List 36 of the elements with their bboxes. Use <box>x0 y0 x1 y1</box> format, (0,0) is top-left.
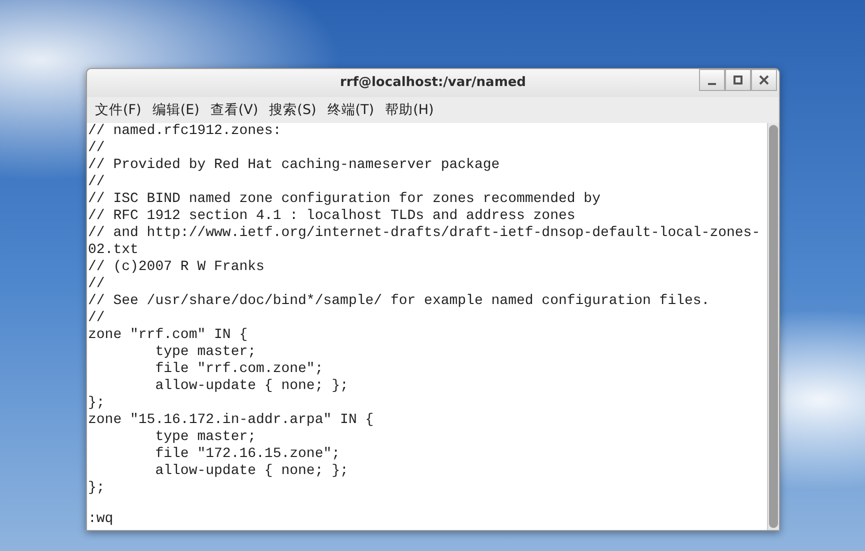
menu-item[interactable]: 编辑(E) <box>150 100 208 120</box>
menu-item[interactable]: 终端(T) <box>325 100 384 120</box>
terminal-line: // <box>88 276 106 293</box>
terminal-line: }; <box>88 480 106 497</box>
terminal-line: allow-update { none; }; <box>154 378 350 395</box>
terminal-line: type master; <box>154 429 258 446</box>
terminal-line: // Provided by Red Hat caching-nameserver package <box>88 157 501 174</box>
window-title: rrf@localhost:/var/named <box>340 74 526 92</box>
terminal-line: type master; <box>154 344 258 361</box>
terminal-line: // and http://www.ietf.org/internet-drafts/draft-ietf-dnsop-default-local-zones- <box>88 225 762 242</box>
terminal-line: zone "15.16.172.in-addr.arpa" IN { <box>88 412 375 429</box>
terminal-line: // <box>88 174 106 191</box>
terminal-line: file "172.16.15.zone"; <box>154 446 342 463</box>
terminal-line: // See /usr/share/doc/bind*/sample/ for example named configuration files. <box>88 293 711 310</box>
terminal-line: file "rrf.com.zone"; <box>154 361 324 378</box>
minimize-icon <box>708 83 716 85</box>
terminal-line: // named.rfc1912.zones: <box>88 123 282 140</box>
terminal-line: zone "rrf.com" IN { <box>88 327 249 344</box>
terminal-line: // (c)2007 R W Franks <box>88 259 266 276</box>
maximize-button[interactable] <box>725 69 751 91</box>
maximize-icon <box>733 75 743 85</box>
menu-item[interactable]: 文件(F) <box>93 100 150 120</box>
terminal-line: }; <box>88 395 106 412</box>
terminal-line: // <box>88 140 106 157</box>
close-button[interactable] <box>751 69 777 91</box>
menu-item[interactable]: 搜索(S) <box>267 100 326 120</box>
terminal-line: // ISC BIND named zone configuration for zones recommended by <box>88 191 602 208</box>
minimize-button[interactable] <box>699 69 725 91</box>
terminal-line: 02.txt <box>88 242 140 259</box>
terminal-line: allow-update { none; }; <box>154 463 350 480</box>
command-line: :wq <box>88 511 114 528</box>
close-icon <box>759 75 769 85</box>
menu-item[interactable]: 查看(V) <box>208 100 268 120</box>
terminal-line: // <box>88 310 106 327</box>
terminal-line: // RFC 1912 section 4.1 : localhost TLDs and address zones <box>88 208 576 225</box>
menu-item[interactable]: 帮助(H) <box>383 100 443 120</box>
